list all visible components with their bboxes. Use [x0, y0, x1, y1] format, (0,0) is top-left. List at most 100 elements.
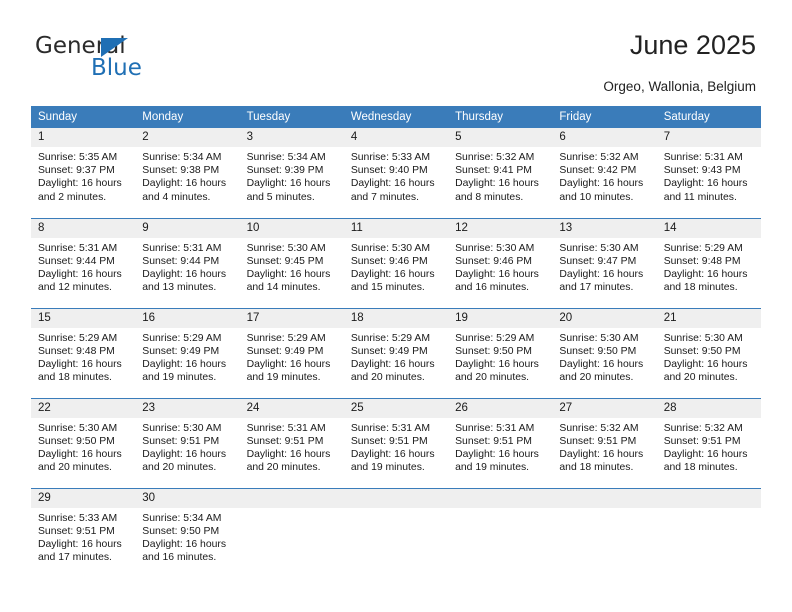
- sunrise-text: Sunrise: 5:29 AM: [663, 242, 743, 254]
- calendar-day-cell[interactable]: 2 Sunrise: 5:34 AM Sunset: 9:38 PM Daylight…: [135, 128, 240, 218]
- day-details: Sunrise: 5:30 AM Sunset: 9:50 PM Daylight:…: [552, 328, 656, 385]
- sunrise-text: Sunrise: 5:29 AM: [455, 332, 535, 344]
- daylight-text-line2: and 20 minutes.: [559, 372, 634, 384]
- calendar-week-row: 8 Sunrise: 5:31 AM Sunset: 9:44 PM Daylight…: [31, 217, 761, 308]
- daylight-text-line2: and 4 minutes.: [142, 191, 211, 203]
- calendar-day-cell[interactable]: 22 Sunrise: 5:30 AM Sunset: 9:50 PM Dayligh…: [31, 397, 136, 488]
- weekday-header-monday: Monday: [135, 106, 240, 128]
- day-number: 18: [343, 308, 449, 328]
- calendar-day-cell[interactable]: 14 Sunrise: 5:29 AM Sunset: 9:48 PM Dayligh…: [656, 217, 761, 308]
- day-number: 21: [656, 308, 761, 328]
- calendar-day-cell[interactable]: 13 Sunrise: 5:30 AM Sunset: 9:47 PM Dayligh…: [552, 217, 657, 308]
- sunrise-text: Sunrise: 5:32 AM: [455, 152, 535, 163]
- calendar-day-cell[interactable]: 3 Sunrise: 5:34 AM Sunset: 9:39 PM Daylight…: [239, 128, 344, 218]
- day-number: 25: [343, 398, 449, 418]
- daylight-text-line2: and 5 minutes.: [246, 191, 315, 203]
- calendar-day-cell-empty: [656, 487, 761, 578]
- day-details: Sunrise: 5:29 AM Sunset: 9:49 PM Daylight:…: [240, 328, 344, 385]
- calendar-day-cell[interactable]: 30 Sunrise: 5:34 AM Sunset: 9:50 PM Dayligh…: [135, 487, 240, 578]
- calendar-day-cell[interactable]: 11 Sunrise: 5:30 AM Sunset: 9:46 PM Dayligh…: [343, 217, 449, 308]
- daylight-text-line2: and 8 minutes.: [455, 191, 524, 203]
- sunset-text: Sunset: 9:49 PM: [246, 345, 324, 357]
- calendar-day-cell[interactable]: 23 Sunrise: 5:30 AM Sunset: 9:51 PM Dayligh…: [135, 397, 240, 488]
- day-details: Sunrise: 5:33 AM Sunset: 9:51 PM Daylight:…: [31, 508, 135, 565]
- calendar-day-cell[interactable]: 25 Sunrise: 5:31 AM Sunset: 9:51 PM Dayligh…: [343, 397, 449, 488]
- sunrise-text: Sunrise: 5:29 AM: [38, 332, 118, 344]
- day-details: Sunrise: 5:30 AM Sunset: 9:46 PM Daylight:…: [344, 238, 448, 295]
- calendar-day-cell-empty: [448, 487, 553, 578]
- daylight-text-line1: Daylight: 16 hours: [38, 538, 122, 550]
- calendar-day-cell[interactable]: 24 Sunrise: 5:31 AM Sunset: 9:51 PM Dayligh…: [239, 397, 344, 488]
- weekday-header-wednesday: Wednesday: [343, 106, 449, 128]
- sunset-text: Sunset: 9:49 PM: [350, 345, 428, 357]
- page-header: General Blue June 2025 Orgeo, Wallonia, …: [0, 0, 792, 100]
- sunset-text: Sunset: 9:42 PM: [559, 165, 637, 177]
- day-number: 9: [135, 218, 240, 238]
- daylight-text-line1: Daylight: 16 hours: [663, 448, 748, 460]
- daylight-text-line2: and 20 minutes.: [246, 462, 321, 474]
- calendar-day-cell[interactable]: 17 Sunrise: 5:29 AM Sunset: 9:49 PM Dayligh…: [239, 307, 344, 398]
- calendar-day-cell[interactable]: 5 Sunrise: 5:32 AM Sunset: 9:41 PM Daylight…: [448, 128, 553, 218]
- daylight-text-line2: and 20 minutes.: [455, 372, 530, 384]
- calendar-day-cell[interactable]: 20 Sunrise: 5:30 AM Sunset: 9:50 PM Dayligh…: [552, 307, 657, 398]
- day-details: Sunrise: 5:31 AM Sunset: 9:44 PM Daylight:…: [31, 238, 135, 295]
- sunrise-text: Sunrise: 5:29 AM: [246, 332, 326, 344]
- daylight-text-line1: Daylight: 16 hours: [559, 178, 644, 190]
- daylight-text-line2: and 19 minutes.: [142, 372, 217, 384]
- day-details: Sunrise: 5:29 AM Sunset: 9:49 PM Daylight:…: [135, 328, 239, 385]
- calendar-day-cell[interactable]: 10 Sunrise: 5:30 AM Sunset: 9:45 PM Dayligh…: [239, 217, 344, 308]
- calendar-day-cell[interactable]: 12 Sunrise: 5:30 AM Sunset: 9:46 PM Dayligh…: [448, 217, 553, 308]
- daylight-text-line1: Daylight: 16 hours: [350, 358, 435, 370]
- calendar-day-cell[interactable]: 28 Sunrise: 5:32 AM Sunset: 9:51 PM Dayligh…: [656, 397, 761, 488]
- calendar-day-cell[interactable]: 21 Sunrise: 5:30 AM Sunset: 9:50 PM Dayligh…: [656, 307, 761, 398]
- day-details: Sunrise: 5:30 AM Sunset: 9:46 PM Daylight:…: [448, 238, 552, 295]
- calendar-day-cell[interactable]: 16 Sunrise: 5:29 AM Sunset: 9:49 PM Dayligh…: [135, 307, 240, 398]
- daylight-text-line1: Daylight: 16 hours: [246, 268, 331, 280]
- sunrise-text: Sunrise: 5:35 AM: [38, 152, 118, 163]
- calendar-day-cell[interactable]: 9 Sunrise: 5:31 AM Sunset: 9:44 PM Daylight…: [135, 217, 240, 308]
- calendar-day-cell[interactable]: 7 Sunrise: 5:31 AM Sunset: 9:43 PM Daylight…: [656, 128, 761, 218]
- day-details: Sunrise: 5:31 AM Sunset: 9:51 PM Daylight:…: [448, 418, 552, 475]
- day-details: Sunrise: 5:31 AM Sunset: 9:51 PM Daylight:…: [344, 418, 448, 475]
- calendar-day-cell[interactable]: 6 Sunrise: 5:32 AM Sunset: 9:42 PM Daylight…: [552, 128, 657, 218]
- sunset-text: Sunset: 9:51 PM: [350, 435, 428, 447]
- day-details: Sunrise: 5:31 AM Sunset: 9:44 PM Daylight:…: [135, 238, 239, 295]
- daylight-text-line1: Daylight: 16 hours: [246, 178, 331, 190]
- day-number: 4: [343, 128, 449, 147]
- daylight-text-line1: Daylight: 16 hours: [663, 178, 748, 190]
- daylight-text-line2: and 7 minutes.: [350, 191, 420, 203]
- brand-logo[interactable]: General Blue: [35, 33, 235, 89]
- calendar-day-cell[interactable]: 8 Sunrise: 5:31 AM Sunset: 9:44 PM Daylight…: [31, 217, 136, 308]
- sunrise-text: Sunrise: 5:34 AM: [142, 152, 222, 163]
- daylight-text-line2: and 18 minutes.: [663, 462, 738, 474]
- calendar-day-cell[interactable]: 4 Sunrise: 5:33 AM Sunset: 9:40 PM Daylight…: [343, 128, 449, 218]
- day-number: 27: [552, 398, 657, 418]
- calendar-week-row: 29 Sunrise: 5:33 AM Sunset: 9:51 PM Dayligh…: [31, 487, 761, 578]
- day-number: [656, 488, 761, 508]
- calendar-day-cell[interactable]: 18 Sunrise: 5:29 AM Sunset: 9:49 PM Dayligh…: [343, 307, 449, 398]
- calendar-day-cell[interactable]: 1 Sunrise: 5:35 AM Sunset: 9:37 PM Daylight…: [31, 128, 136, 218]
- daylight-text-line2: and 13 minutes.: [142, 282, 217, 294]
- sunrise-text: Sunrise: 5:30 AM: [559, 332, 639, 344]
- day-number: [448, 488, 553, 508]
- daylight-text-line2: and 12 minutes.: [38, 282, 112, 294]
- calendar-day-cell[interactable]: 19 Sunrise: 5:29 AM Sunset: 9:50 PM Dayligh…: [448, 307, 553, 398]
- day-number: 17: [239, 308, 344, 328]
- calendar-day-cell[interactable]: 27 Sunrise: 5:32 AM Sunset: 9:51 PM Dayligh…: [552, 397, 657, 488]
- sunrise-text: Sunrise: 5:29 AM: [142, 332, 222, 344]
- daylight-text-line1: Daylight: 16 hours: [142, 178, 227, 190]
- day-details: Sunrise: 5:31 AM Sunset: 9:51 PM Daylight:…: [240, 418, 344, 475]
- daylight-text-line2: and 16 minutes.: [142, 552, 217, 564]
- sunset-text: Sunset: 9:50 PM: [38, 435, 115, 447]
- sunset-text: Sunset: 9:48 PM: [663, 255, 741, 267]
- daylight-text-line1: Daylight: 16 hours: [246, 358, 331, 370]
- daylight-text-line2: and 19 minutes.: [246, 372, 321, 384]
- calendar-day-cell[interactable]: 26 Sunrise: 5:31 AM Sunset: 9:51 PM Dayligh…: [448, 397, 553, 488]
- sunrise-text: Sunrise: 5:33 AM: [350, 152, 430, 163]
- calendar-day-cell[interactable]: 29 Sunrise: 5:33 AM Sunset: 9:51 PM Dayligh…: [31, 487, 136, 578]
- day-number: [343, 488, 449, 508]
- daylight-text-line2: and 19 minutes.: [350, 462, 425, 474]
- calendar-day-cell[interactable]: 15 Sunrise: 5:29 AM Sunset: 9:48 PM Dayligh…: [31, 307, 136, 398]
- sunrise-text: Sunrise: 5:31 AM: [455, 422, 535, 434]
- weekday-header-row: Sunday Monday Tuesday Wednesday Thursday…: [31, 106, 761, 128]
